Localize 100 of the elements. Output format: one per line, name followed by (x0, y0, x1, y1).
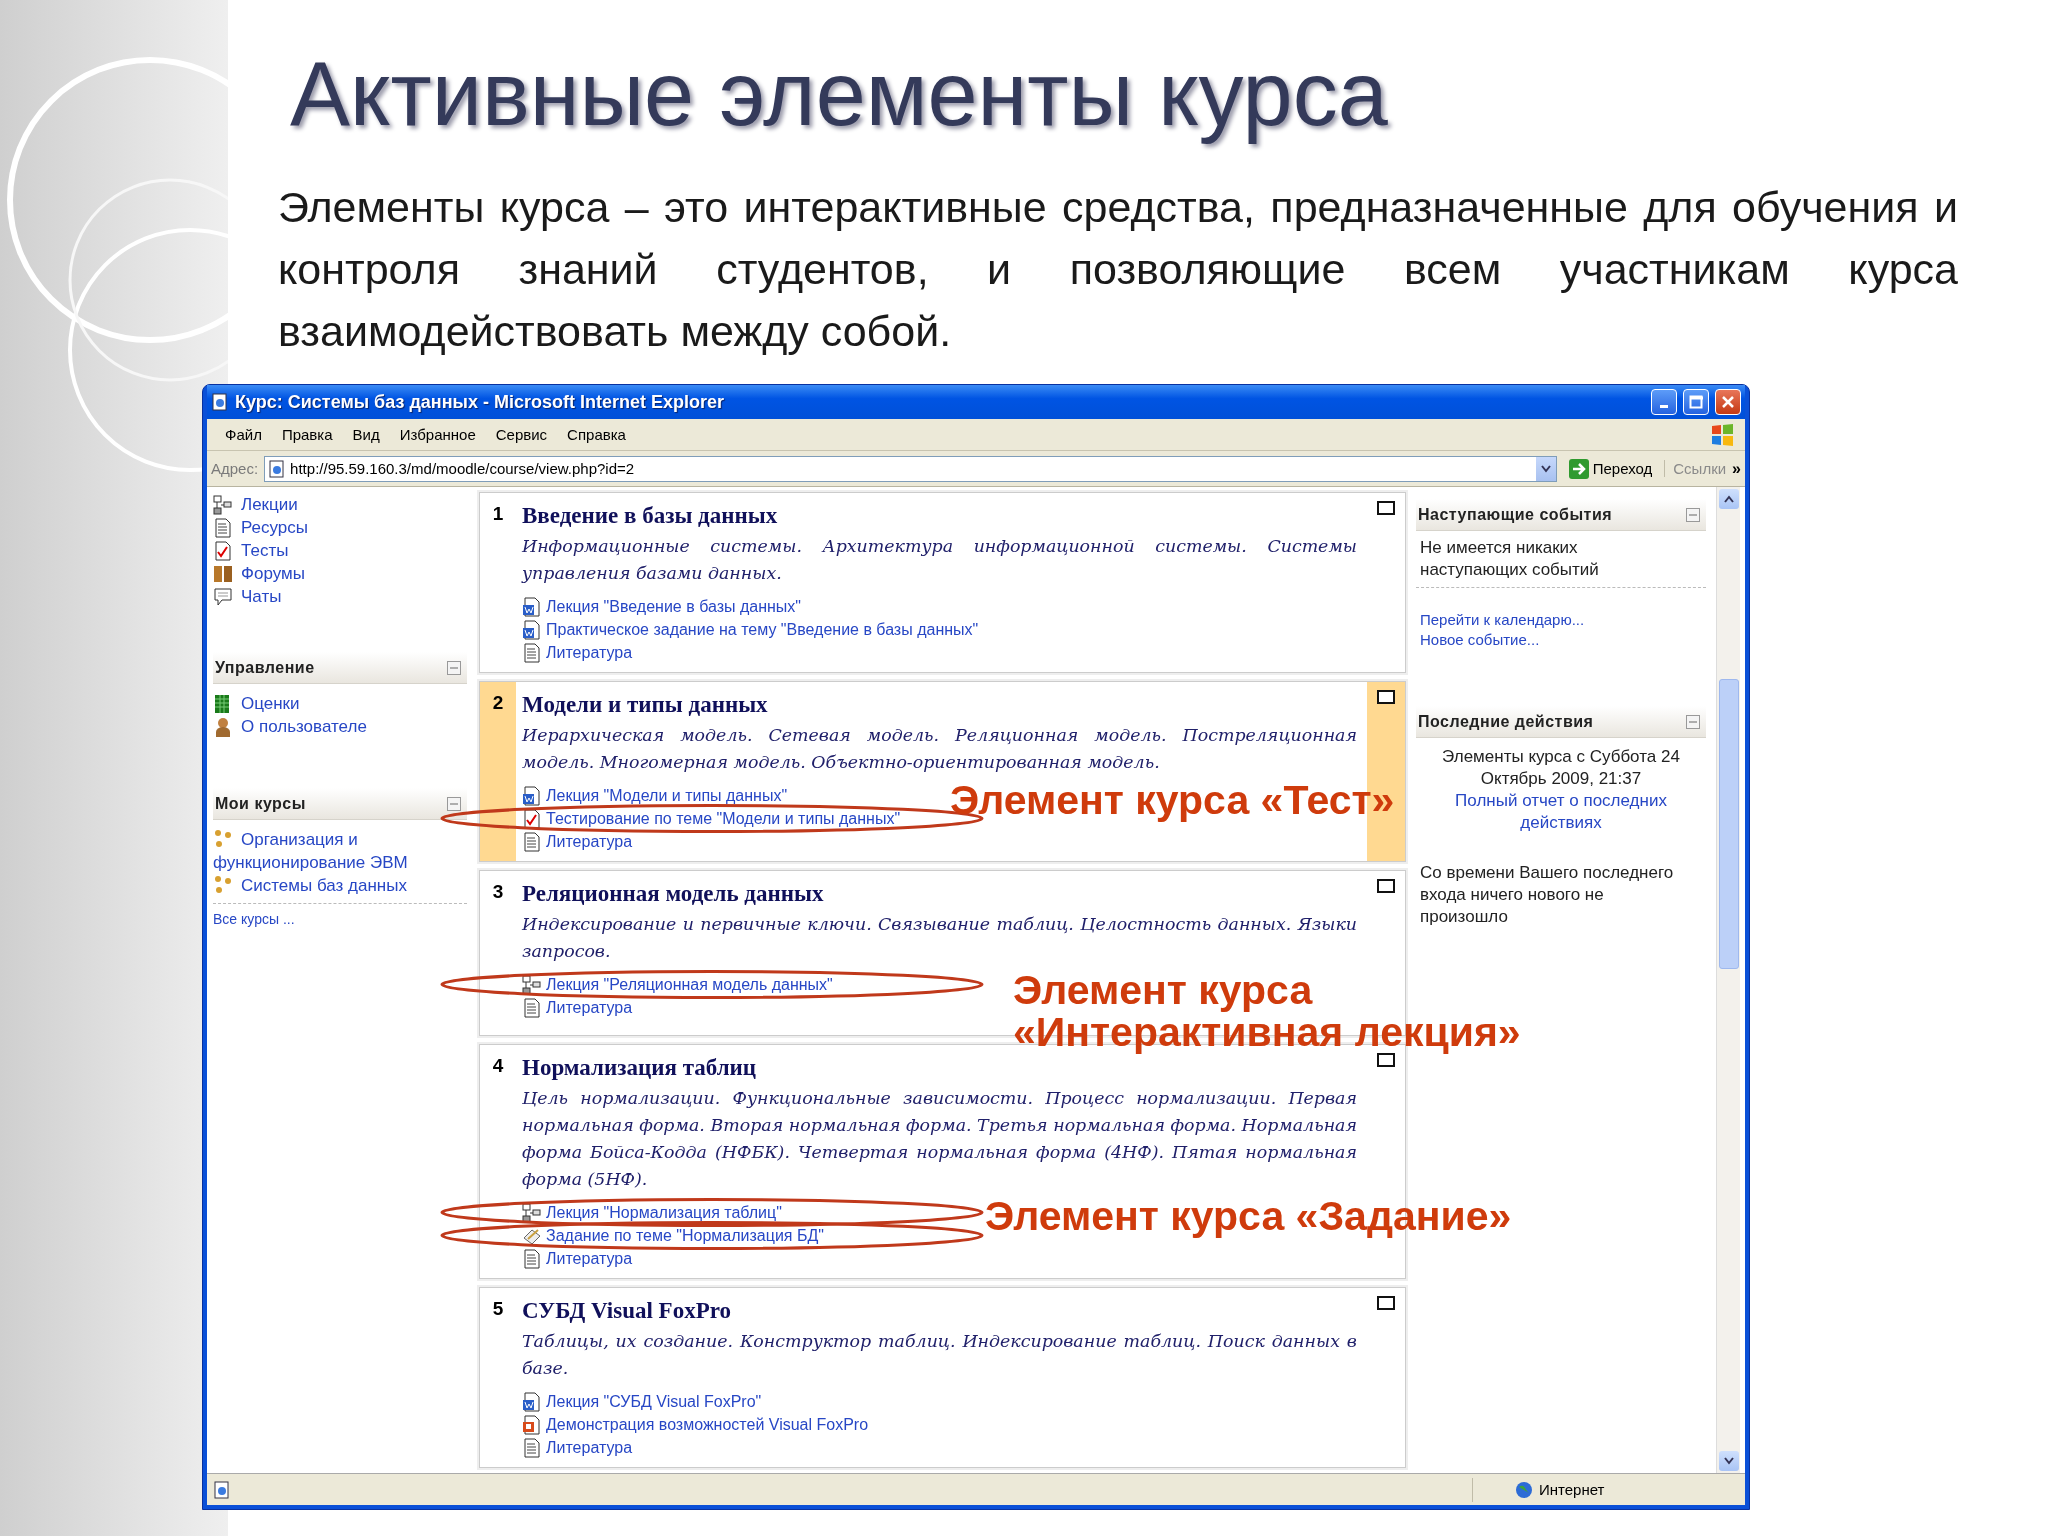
section-number: 4 (491, 1054, 505, 1077)
checkmark-document-icon (522, 808, 542, 829)
collapse-icon[interactable] (1686, 507, 1700, 522)
annotation: Элемент курса «Интерактивная лекция» (1013, 969, 1522, 1053)
block-link[interactable]: Оценки (241, 693, 300, 714)
page-icon (213, 1480, 231, 1499)
activity-link[interactable]: Лекция "Модели и типы данных" (546, 786, 788, 805)
recent-note: Со времени Вашего последнего входа ничего нового не произошло (1419, 862, 1675, 928)
chevron-down-icon (1723, 1457, 1734, 1465)
collapse-icon[interactable] (447, 796, 461, 811)
activity-link[interactable]: Лекции (241, 494, 298, 515)
menu-item[interactable]: Справка (559, 424, 634, 445)
block-title: Наступающие события (1418, 505, 1613, 524)
activity-link[interactable]: Лекция "СУБД Visual FoxPro" (546, 1392, 762, 1411)
section-number: 3 (491, 880, 505, 903)
section-summary: Цель нормализации. Функциональные зависимости. Процесс нормализации. Первая нормальная форма. Вторая нормальная форма. Третья нормальная форма. Нормальная форма Бойса-Кодда (НФБК). Четвертая нормальная форма (4НФ). Пятая нормальная форма (5НФ). (522, 1087, 1357, 1191)
word-document-icon (522, 1391, 542, 1412)
section-title: Нормализация таблиц (522, 1055, 757, 1081)
square-icon[interactable] (1377, 1296, 1395, 1310)
activity-link[interactable]: Лекция "Введение в базы данных" (546, 597, 801, 616)
block-title: Последние действия (1418, 712, 1594, 731)
block-title: Мои курсы (215, 794, 306, 813)
collapse-icon[interactable] (447, 660, 461, 675)
flowchart-icon (213, 494, 233, 515)
checkmark-document-icon (213, 540, 233, 561)
speech-bubble-icon (213, 586, 233, 607)
activity-link[interactable]: Литература (546, 998, 633, 1017)
section-number: 2 (491, 691, 505, 714)
dropdown-button[interactable] (1535, 456, 1556, 481)
close-button[interactable] (1715, 389, 1741, 415)
annotation: Элемент курса «Тест» (950, 779, 1395, 821)
slides-document-icon (522, 1414, 542, 1435)
section-title: Реляционная модель данных (522, 881, 824, 907)
section-title: Модели и типы данных (522, 692, 768, 718)
calendar-link[interactable]: Перейти к календарю... (1416, 610, 1706, 630)
activity-link[interactable]: Литература (546, 832, 633, 851)
calendar-link[interactable]: Новое событие... (1416, 630, 1706, 650)
dots-icon (213, 828, 233, 848)
word-document-icon (522, 619, 542, 640)
word-document-icon (522, 596, 542, 617)
section-summary: Индексирование и первичные ключи. Связывание таблиц. Целостность данных. Языки запросов. (522, 913, 1357, 963)
flowchart-icon (522, 1202, 542, 1223)
document-icon (213, 517, 233, 538)
document-icon (522, 1437, 542, 1458)
section-summary: Информационные системы. Архитектура информационной системы. Системы управления базами данных. (522, 535, 1357, 585)
activity-link[interactable]: Демонстрация возможностей Visual FoxPro (546, 1415, 869, 1434)
report-link[interactable]: Полный отчет о последних действиях (1416, 790, 1706, 834)
zone-label: Интернет (1539, 1481, 1606, 1498)
chevron-up-icon (1723, 495, 1734, 503)
section-number: 5 (491, 1297, 505, 1320)
all-courses-link[interactable]: Все курсы ... (213, 911, 295, 927)
activity-link[interactable]: Практическое задание на тему "Введение в базы данных" (546, 620, 979, 639)
course-link[interactable]: Системы баз данных (213, 874, 467, 897)
block-link[interactable]: О пользователе (241, 716, 367, 737)
section-title: СУБД Visual FoxPro (522, 1298, 731, 1324)
course-link[interactable]: Организация и функционирование ЭВМ (213, 828, 467, 874)
address-field[interactable]: http://95.59.160.3/md/moodle/course/view.php?id=2 (264, 455, 1557, 482)
close-icon (1721, 395, 1735, 409)
activity-link[interactable]: Тесты (241, 540, 289, 561)
scrollbar[interactable] (1716, 487, 1740, 1473)
page-icon (211, 393, 229, 411)
minimize-button[interactable] (1651, 389, 1677, 415)
go-button[interactable]: Переход (1562, 458, 1659, 479)
menu-item[interactable]: Вид (344, 424, 388, 445)
menu-item[interactable]: Сервис (487, 424, 556, 445)
address-label: Адрес: (211, 460, 259, 477)
maximize-icon (1689, 395, 1703, 409)
activity-link[interactable]: Ресурсы (241, 517, 309, 538)
menu-item[interactable]: Избранное (391, 424, 484, 445)
activity-link[interactable]: Чаты (241, 586, 282, 607)
menu-item[interactable]: Файл (217, 424, 270, 445)
menu-item[interactable]: Правка (273, 424, 341, 445)
square-icon[interactable] (1377, 1053, 1395, 1067)
document-icon (522, 1248, 542, 1269)
square-icon[interactable] (1377, 879, 1395, 893)
recent-text: Элементы курса с Суббота 24 Октябрь 2009, 21:37 (1441, 746, 1681, 790)
word-document-icon (522, 785, 542, 806)
upcoming-text: Не имеется никаких наступающих событий (1419, 537, 1600, 581)
activity-link[interactable]: Литература (546, 1249, 633, 1268)
activity-link[interactable]: Литература (546, 1438, 633, 1457)
activity-link[interactable]: Форумы (241, 563, 305, 584)
slide-paragraph: Элементы курса – это интерактивные средства, предназначенные для обучения и контроля знаний студентов, и позволяющие всем участникам курса взаимодействовать между собой. (278, 182, 1958, 357)
slide-title: Активные элементы курса (290, 43, 1388, 146)
square-icon[interactable] (1377, 501, 1395, 515)
dots-icon (213, 874, 233, 894)
section-number: 1 (491, 502, 505, 525)
section-summary: Таблицы, их создание. Конструктор таблиц. Индексирование таблиц. Поиск данных в базе. (522, 1330, 1357, 1380)
activity-link[interactable]: Литература (546, 643, 633, 662)
more-button[interactable]: » (1732, 459, 1741, 478)
page-icon (268, 459, 287, 478)
square-icon[interactable] (1377, 690, 1395, 704)
minimize-icon (1660, 405, 1668, 408)
chevron-down-icon (1540, 464, 1551, 473)
maximize-button[interactable] (1683, 389, 1709, 415)
document-icon (522, 831, 542, 852)
scroll-thumb[interactable] (1718, 679, 1739, 969)
section-title: Введение в базы данных (522, 503, 778, 529)
collapse-icon[interactable] (1686, 714, 1700, 729)
document-icon (522, 997, 542, 1018)
block-title: Управление (215, 658, 315, 677)
